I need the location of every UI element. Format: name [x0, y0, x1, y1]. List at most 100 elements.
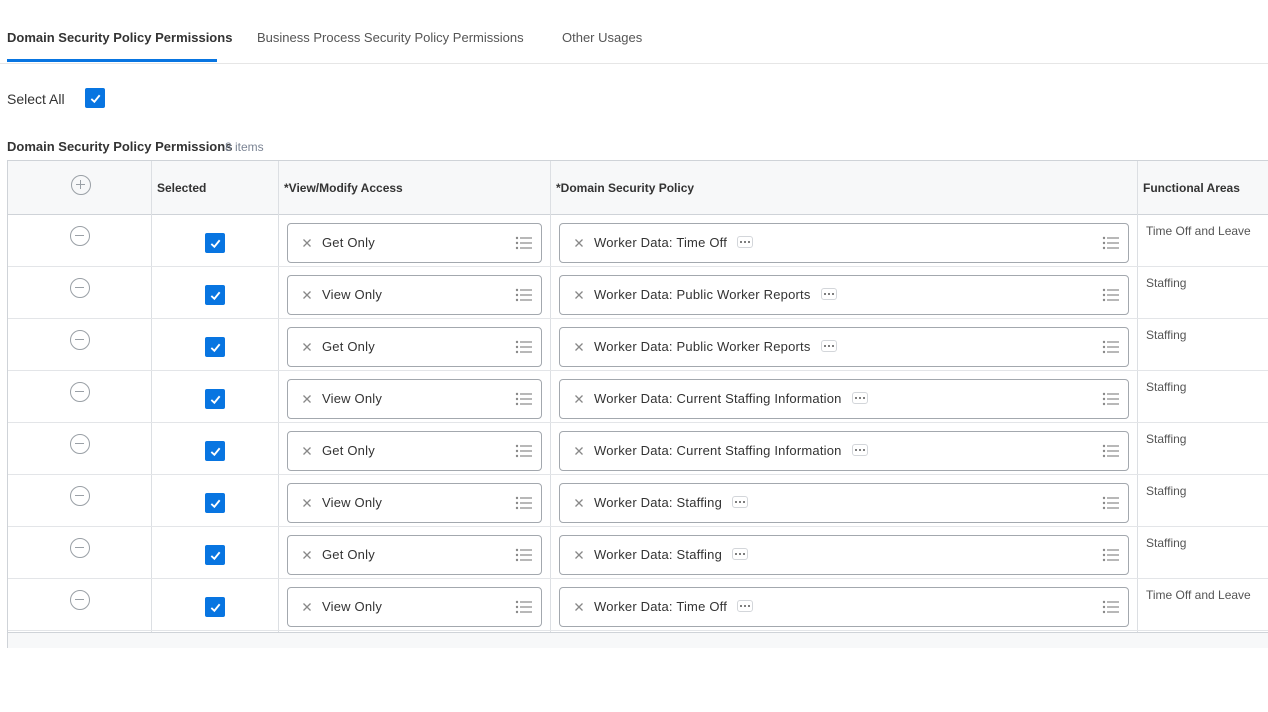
ellipsis-icon[interactable]: [820, 287, 837, 300]
list-icon[interactable]: [515, 495, 533, 511]
row-selected-checkbox[interactable]: [205, 597, 225, 617]
policy-prompt-field[interactable]: Worker Data: Staffing: [559, 483, 1129, 523]
policy-prompt-field[interactable]: Worker Data: Time Off: [559, 223, 1129, 263]
row-selected-checkbox[interactable]: [205, 545, 225, 565]
row-selected-checkbox[interactable]: [205, 441, 225, 461]
access-prompt-field[interactable]: View Only: [287, 275, 542, 315]
policy-prompt-field[interactable]: Worker Data: Current Staffing Informatio…: [559, 431, 1129, 471]
add-row-icon[interactable]: [71, 175, 91, 195]
access-prompt-field[interactable]: View Only: [287, 587, 542, 627]
list-icon[interactable]: [515, 339, 533, 355]
access-prompt-field[interactable]: Get Only: [287, 223, 542, 263]
clear-selection-icon[interactable]: [572, 496, 586, 510]
clear-selection-icon[interactable]: [572, 236, 586, 250]
clear-selection-icon[interactable]: [572, 288, 586, 302]
clear-selection-icon[interactable]: [572, 600, 586, 614]
remove-row-icon[interactable]: [70, 278, 90, 298]
tab-business-process-security-policy-permissions[interactable]: Business Process Security Policy Permiss…: [257, 28, 524, 62]
list-icon[interactable]: [1102, 599, 1120, 615]
ellipsis-icon[interactable]: [820, 339, 837, 352]
access-prompt-field[interactable]: Get Only: [287, 535, 542, 575]
remove-row-icon[interactable]: [70, 486, 90, 506]
policy-prompt-field[interactable]: Worker Data: Public Worker Reports: [559, 327, 1129, 367]
policy-prompt-field[interactable]: Worker Data: Public Worker Reports: [559, 275, 1129, 315]
column-header-domain-security-policy[interactable]: *Domain Security Policy: [556, 181, 694, 195]
clear-selection-icon[interactable]: [300, 288, 314, 302]
policy-value-wrap: Worker Data: Time Off: [594, 235, 754, 250]
tab-domain-security-policy-permissions[interactable]: Domain Security Policy Permissions: [7, 28, 232, 62]
policy-value-wrap: Worker Data: Staffing: [594, 547, 748, 562]
functional-area: Staffing: [1146, 484, 1187, 498]
table-row: Get Only Worker Data: Time Off Time Off …: [8, 215, 1268, 267]
clear-selection-icon[interactable]: [300, 548, 314, 562]
list-icon[interactable]: [515, 443, 533, 459]
remove-row-icon[interactable]: [70, 434, 90, 454]
policy-prompt-field[interactable]: Worker Data: Time Off: [559, 587, 1129, 627]
row-selected-checkbox[interactable]: [205, 493, 225, 513]
policy-prompt-field[interactable]: Worker Data: Staffing: [559, 535, 1129, 575]
remove-row-icon[interactable]: [70, 382, 90, 402]
select-all-checkbox[interactable]: [85, 88, 105, 108]
list-icon[interactable]: [515, 599, 533, 615]
tab-other-usages[interactable]: Other Usages: [562, 28, 642, 62]
ellipsis-icon[interactable]: [737, 235, 754, 248]
checkmark-icon: [210, 447, 220, 456]
list-icon[interactable]: [1102, 287, 1120, 303]
clear-selection-icon[interactable]: [300, 444, 314, 458]
list-icon[interactable]: [1102, 235, 1120, 251]
ellipsis-icon[interactable]: [732, 547, 748, 560]
clear-selection-icon[interactable]: [572, 444, 586, 458]
access-value: View Only: [322, 391, 383, 406]
remove-row-icon[interactable]: [70, 538, 90, 558]
table-row: View Only Worker Data: Public Worker Rep…: [8, 267, 1268, 319]
remove-row-icon[interactable]: [70, 330, 90, 350]
grid-item-count: 8 items: [225, 140, 264, 154]
remove-row-icon[interactable]: [70, 226, 90, 246]
access-prompt-field[interactable]: View Only: [287, 379, 542, 419]
policy-value-wrap: Worker Data: Public Worker Reports: [594, 287, 837, 302]
access-prompt-field[interactable]: Get Only: [287, 431, 542, 471]
ellipsis-icon[interactable]: [737, 599, 754, 612]
list-icon[interactable]: [1102, 547, 1120, 563]
policy-value-wrap: Worker Data: Staffing: [594, 495, 748, 510]
list-icon[interactable]: [1102, 339, 1120, 355]
clear-selection-icon[interactable]: [572, 392, 586, 406]
row-selected-checkbox[interactable]: [205, 389, 225, 409]
select-all-label: Select All: [7, 91, 65, 107]
clear-selection-icon[interactable]: [300, 600, 314, 614]
grid-header: Selected *View/Modify Access *Domain Sec…: [8, 161, 1268, 215]
policy-value: Worker Data: Time Off: [594, 599, 728, 614]
list-icon[interactable]: [1102, 391, 1120, 407]
list-icon[interactable]: [515, 287, 533, 303]
ellipsis-icon[interactable]: [732, 495, 748, 508]
policy-value: Worker Data: Public Worker Reports: [594, 339, 811, 354]
row-selected-checkbox[interactable]: [205, 337, 225, 357]
row-selected-checkbox[interactable]: [205, 285, 225, 305]
clear-selection-icon[interactable]: [300, 392, 314, 406]
clear-selection-icon[interactable]: [300, 236, 314, 250]
ellipsis-icon[interactable]: [851, 443, 868, 456]
policy-value: Worker Data: Staffing: [594, 547, 722, 562]
clear-selection-icon[interactable]: [572, 340, 586, 354]
list-icon[interactable]: [515, 235, 533, 251]
clear-selection-icon[interactable]: [572, 548, 586, 562]
policy-value: Worker Data: Public Worker Reports: [594, 287, 811, 302]
table-row: Get Only Worker Data: Staffing Staffing: [8, 527, 1268, 579]
row-selected-checkbox[interactable]: [205, 233, 225, 253]
list-icon[interactable]: [1102, 495, 1120, 511]
policy-value: Worker Data: Current Staffing Informatio…: [594, 391, 842, 406]
table-row: Get Only Worker Data: Public Worker Repo…: [8, 319, 1268, 371]
column-header-functional-areas[interactable]: Functional Areas: [1143, 181, 1240, 195]
list-icon[interactable]: [515, 547, 533, 563]
clear-selection-icon[interactable]: [300, 340, 314, 354]
access-prompt-field[interactable]: Get Only: [287, 327, 542, 367]
list-icon[interactable]: [1102, 443, 1120, 459]
list-icon[interactable]: [515, 391, 533, 407]
access-prompt-field[interactable]: View Only: [287, 483, 542, 523]
remove-row-icon[interactable]: [70, 590, 90, 610]
ellipsis-icon[interactable]: [851, 391, 868, 404]
column-header-view-modify-access[interactable]: *View/Modify Access: [284, 181, 403, 195]
clear-selection-icon[interactable]: [300, 496, 314, 510]
column-header-selected[interactable]: Selected: [157, 181, 206, 195]
policy-prompt-field[interactable]: Worker Data: Current Staffing Informatio…: [559, 379, 1129, 419]
